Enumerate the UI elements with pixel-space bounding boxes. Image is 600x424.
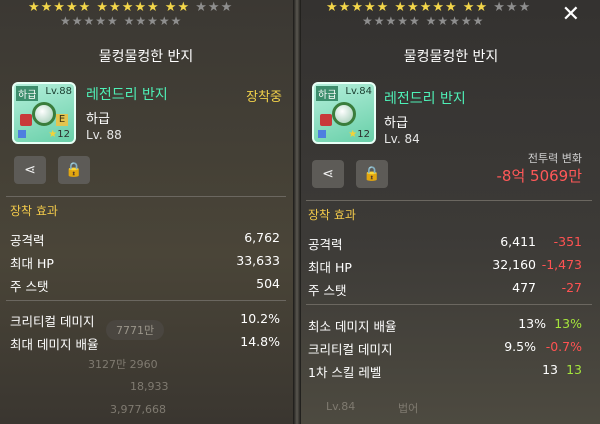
stat-value-min-damage-rate: 13% — [518, 316, 546, 331]
panel-divider — [293, 0, 301, 424]
stat-value-max-hp: 33,633 — [236, 253, 280, 268]
item-name: 레전드리 반지 — [384, 91, 466, 107]
star-row-top: ★★★★★ ★★★★★ ★★ ★★★ — [28, 0, 233, 15]
equipped-status: 장착중 — [246, 90, 282, 105]
item-level: Lv. 88 — [86, 128, 122, 142]
stat-value-max-damage-rate: 14.8% — [240, 334, 280, 349]
close-button[interactable]: ✕ — [562, 2, 580, 27]
background-number: 3,977,668 — [110, 403, 166, 416]
star-icons-bottom: ★★★★★ ★★★★★ — [362, 14, 485, 28]
ring-item-icon[interactable]: 하급 Lv.88 E ★12 — [12, 82, 76, 144]
background-text: Lv.84 — [326, 400, 356, 413]
stat-value-max-hp: 32,160 — [492, 257, 536, 272]
star-icons-empty: ★★★ — [493, 0, 532, 15]
ring-icon — [32, 102, 56, 126]
stat-label-crit-damage: 크리티컬 데미지 — [308, 342, 393, 357]
ring-item-icon[interactable]: 하급 Lv.84 ★12 — [312, 82, 376, 144]
stat-diff-main-stat: -27 — [561, 280, 582, 295]
icon-grade-label: 하급 — [16, 86, 39, 101]
option-square-icon — [18, 130, 26, 138]
stat-label-main-stat: 주 스탯 — [308, 283, 347, 298]
icon-grade-label: 하급 — [316, 86, 339, 101]
stat-diff-crit-damage: -0.7% — [545, 339, 582, 354]
lock-icon — [20, 114, 32, 126]
combat-power-change-value: -8억 5069만 — [496, 167, 583, 185]
ring-icon — [332, 102, 356, 126]
section-label-equip-effect: 장착 효과 — [10, 204, 58, 218]
equipped-item-panel: ★★★★★ ★★★★★ ★★ ★★★ ★★★★★ ★★★★★ 물컹물컹한 반지 … — [0, 0, 292, 424]
star-icons-filled: ★★★★★ ★★★★★ ★★ — [28, 0, 191, 15]
star-force-display: ★★★★★ ★★★★★ ★★ ★★★ ★★★★★ ★★★★★ — [302, 0, 600, 32]
stat-value-crit-damage: 9.5% — [504, 339, 536, 354]
stat-label-max-hp: 최대 HP — [10, 256, 54, 271]
stat-value-attack: 6,762 — [244, 230, 280, 245]
stat-diff-max-hp: -1,473 — [541, 257, 582, 272]
star-icons-filled: ★★★★★ ★★★★★ ★★ — [326, 0, 489, 15]
icon-level-label: Lv.88 — [45, 86, 72, 97]
divider — [6, 300, 286, 301]
stat-value-main-stat: 504 — [256, 276, 280, 291]
stat-label-attack: 공격력 — [308, 237, 343, 252]
compare-item-panel: ★★★★★ ★★★★★ ★★ ★★★ ★★★★★ ★★★★★ ✕ 물컹물컹한 반… — [302, 0, 600, 424]
background-text: 법어 — [398, 402, 419, 415]
stat-label-max-hp: 최대 HP — [308, 260, 352, 275]
item-name: 레전드리 반지 — [86, 87, 168, 103]
star-row-top: ★★★★★ ★★★★★ ★★ ★★★ — [326, 0, 531, 15]
star-force-display: ★★★★★ ★★★★★ ★★ ★★★ ★★★★★ ★★★★★ — [0, 0, 292, 32]
item-title: 물컹물컹한 반지 — [98, 49, 194, 65]
share-icon: ⋖ — [322, 166, 334, 182]
background-number: 18,933 — [130, 380, 169, 393]
lock-button[interactable]: 🔒 — [356, 160, 388, 188]
share-button[interactable]: ⋖ — [312, 160, 344, 188]
stat-label-first-skill-level: 1차 스킬 레벨 — [308, 365, 382, 380]
item-grade: 하급 — [384, 116, 408, 131]
enhance-level: ★12 — [348, 129, 370, 140]
divider — [306, 304, 592, 305]
stat-value-crit-damage: 10.2% — [240, 311, 280, 326]
stat-label-attack: 공격력 — [10, 233, 45, 248]
stat-value-main-stat: 477 — [512, 280, 536, 295]
background-number: 3127만 2960 — [88, 358, 158, 371]
section-label-equip-effect: 장착 효과 — [308, 208, 356, 222]
lock-button[interactable]: 🔒 — [58, 156, 90, 184]
stat-label-min-damage-rate: 최소 데미지 배율 — [308, 319, 397, 334]
stat-label-main-stat: 주 스탯 — [10, 279, 49, 294]
stat-label-crit-damage: 크리티컬 데미지 — [10, 314, 95, 329]
item-level: Lv. 84 — [384, 132, 420, 146]
divider — [306, 200, 592, 201]
share-icon: ⋖ — [24, 162, 36, 178]
item-grade: 하급 — [86, 112, 110, 127]
stat-diff-min-damage-rate: 13% — [554, 316, 582, 331]
stat-value-first-skill-level: 13 — [542, 362, 558, 377]
stat-value-attack: 6,411 — [500, 234, 536, 249]
icon-level-label: Lv.84 — [345, 86, 372, 97]
option-square-icon — [318, 130, 326, 138]
divider — [6, 196, 286, 197]
item-title: 물컹물컹한 반지 — [403, 49, 499, 65]
stat-label-max-damage-rate: 최대 데미지 배율 — [10, 337, 99, 352]
equip-badge-icon: E — [56, 114, 68, 126]
lock-icon — [320, 114, 332, 126]
stat-diff-first-skill-level: 13 — [566, 362, 582, 377]
share-button[interactable]: ⋖ — [14, 156, 46, 184]
lock-icon: 🔒 — [363, 166, 381, 182]
star-icons-empty: ★★★ — [195, 0, 234, 15]
background-combat-power: 7771만 — [106, 320, 165, 340]
enhance-level: ★12 — [48, 129, 70, 140]
star-icons-bottom: ★★★★★ ★★★★★ — [60, 14, 183, 28]
lock-icon: 🔒 — [65, 162, 83, 178]
stat-diff-attack: -351 — [553, 234, 582, 249]
combat-power-change-label: 전투력 변화 — [527, 152, 582, 165]
